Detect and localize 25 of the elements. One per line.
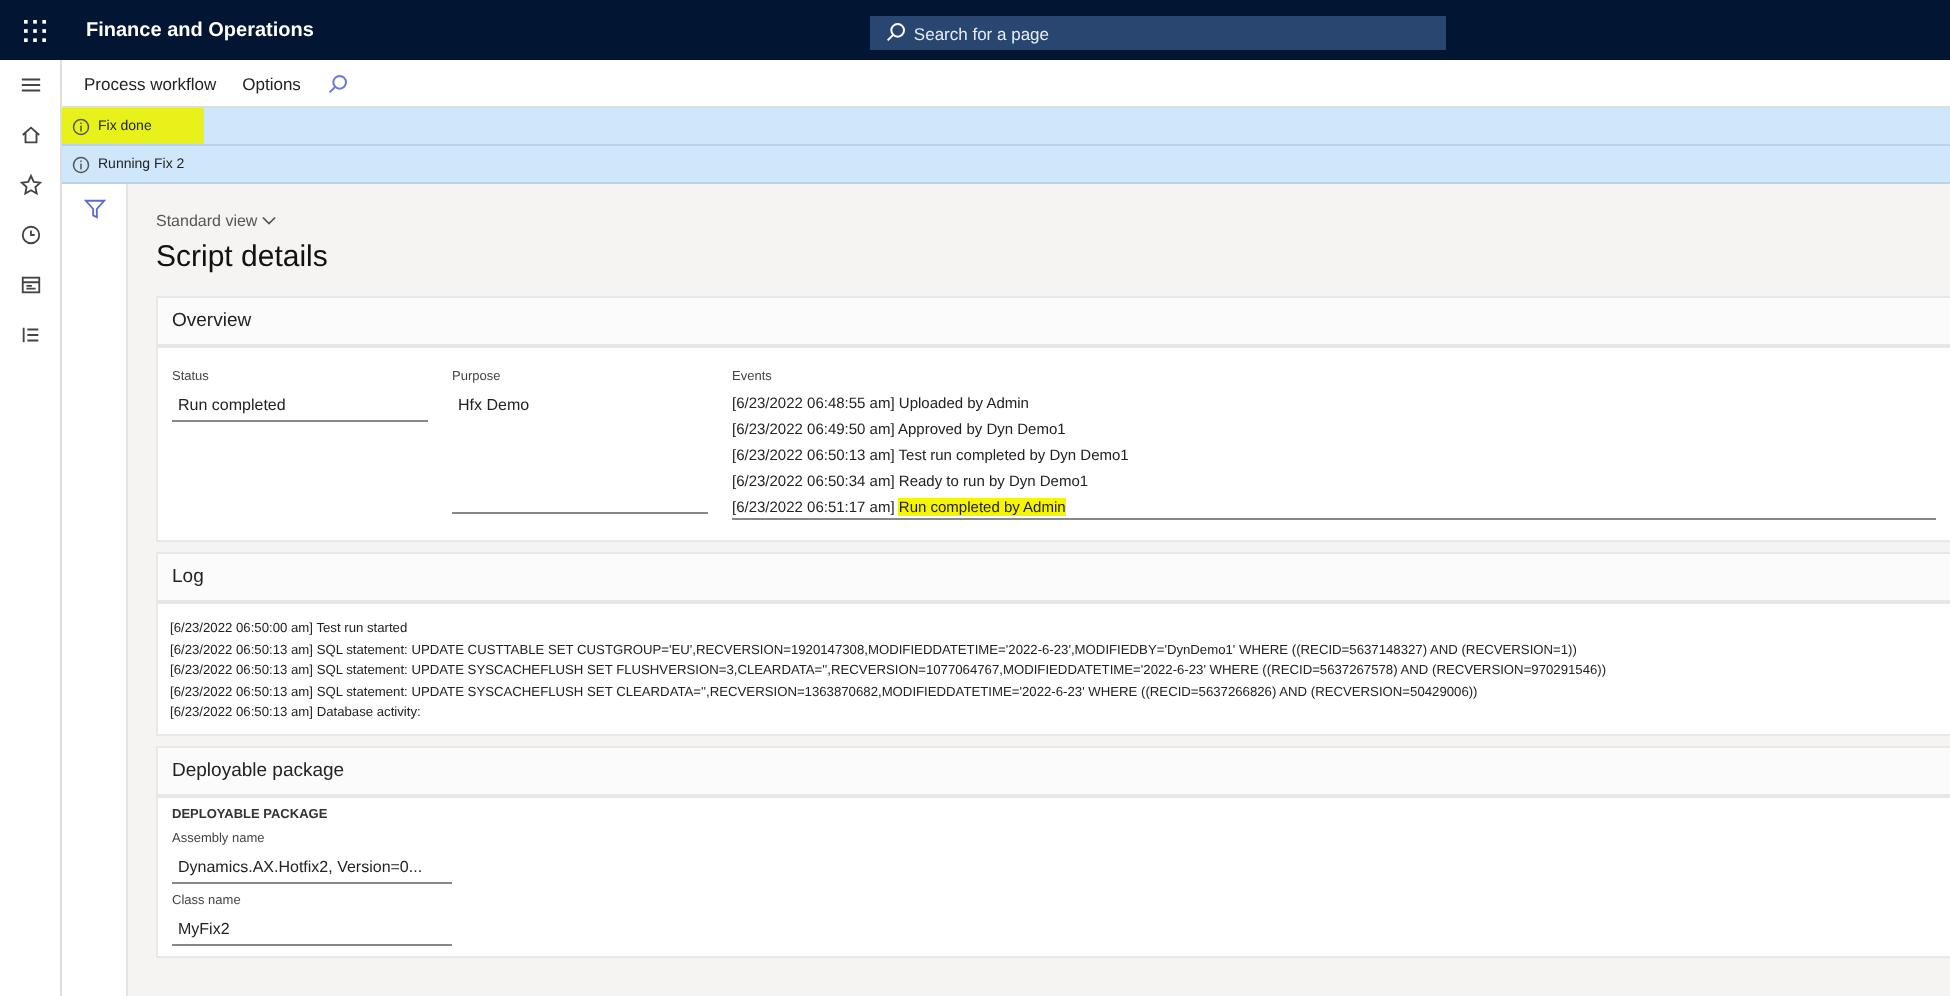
page-title: Script details — [156, 240, 330, 274]
filter-icon[interactable] — [83, 198, 105, 220]
toolbar-tab[interactable]: Process workflow — [74, 73, 227, 93]
section-header[interactable]: Deployable package — [158, 747, 1950, 797]
text-area[interactable]: Hfx Demo — [452, 390, 708, 514]
input-field[interactable]: Dynamics.AX.Hotfix2, Version=0... — [172, 851, 452, 883]
info-icon — [72, 117, 90, 135]
search-icon[interactable] — [328, 73, 349, 93]
input-field[interactable]: MyFix2 — [172, 913, 452, 945]
view-selector[interactable]: Standard view — [156, 212, 276, 230]
input-field[interactable]: Run completed — [172, 390, 428, 422]
star-icon[interactable] — [19, 174, 41, 196]
info-icon — [72, 155, 90, 173]
home-icon[interactable] — [19, 124, 41, 146]
workspace-icon[interactable] — [19, 274, 41, 296]
chevron-down-icon — [261, 216, 276, 226]
list-icon[interactable] — [19, 324, 41, 346]
section-header[interactable]: Log — [158, 554, 1950, 604]
search-field[interactable]: Search for a page — [869, 16, 1446, 50]
clock-icon[interactable] — [19, 224, 41, 246]
menu-icon[interactable] — [19, 74, 41, 96]
toolbar-tab[interactable]: Options — [232, 73, 311, 93]
section-header[interactable]: Overview — [158, 298, 1950, 348]
app-title: Finance and Operations — [86, 19, 314, 41]
app-launcher-icon[interactable] — [24, 19, 46, 41]
